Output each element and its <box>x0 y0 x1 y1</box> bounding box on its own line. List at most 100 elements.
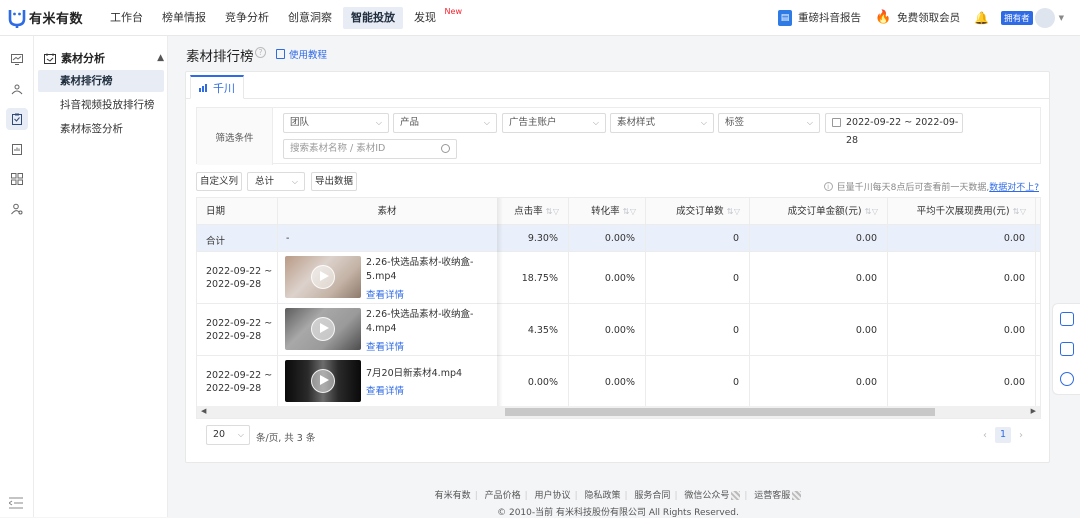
footer-link[interactable]: 服务合同 <box>634 491 670 501</box>
row-ctr: 4.35% <box>527 325 558 336</box>
style-select[interactable]: 素材样式 ⌵ <box>610 113 714 133</box>
product-select[interactable]: 产品 ⌵ <box>393 113 497 133</box>
chevron-down-icon: ⌵ <box>700 118 707 127</box>
message-icon[interactable] <box>1060 342 1074 356</box>
play-icon[interactable] <box>311 265 335 289</box>
scrollbar-thumb[interactable] <box>505 408 935 416</box>
col-divider <box>277 198 278 406</box>
col-divider <box>568 198 569 406</box>
brand-logo[interactable]: 有米有数 <box>8 8 92 28</box>
col-material: 素材 <box>277 198 497 225</box>
row-divider <box>197 303 1040 304</box>
free-vip-link[interactable]: 🔥 免费领取会员 <box>875 10 960 25</box>
nav-item-workbench[interactable]: 工作台 <box>102 7 151 29</box>
chevron-down-icon[interactable]: ▼ <box>1059 14 1064 22</box>
video-play-icon[interactable] <box>1060 312 1074 326</box>
new-badge: New <box>444 6 462 16</box>
owner-badge: 拥有者 <box>1001 10 1033 25</box>
tag-user-icon[interactable] <box>6 78 28 100</box>
report-icon[interactable] <box>6 138 28 160</box>
team-select[interactable]: 团队 ⌵ <box>283 113 389 133</box>
help-icon[interactable]: ? <box>255 47 266 58</box>
total-select[interactable]: 总计 ⌵ <box>247 172 305 191</box>
submenu-header[interactable]: 素材分析 ▲ <box>44 50 164 66</box>
submenu-item-material-ranking[interactable]: 素材排行榜 <box>38 70 164 92</box>
qr-code-icon[interactable] <box>792 491 802 500</box>
bell-icon[interactable]: 🔔 <box>974 11 989 25</box>
row-amount: 0.00 <box>855 273 877 284</box>
play-icon[interactable] <box>311 369 335 393</box>
tag-select[interactable]: 标签 ⌵ <box>718 113 820 133</box>
row-cvr: 0.00% <box>604 377 635 388</box>
clipboard-icon[interactable] <box>6 108 28 130</box>
total-cvr: 0.00% <box>604 233 635 244</box>
grid-icon[interactable] <box>6 168 28 190</box>
account-select[interactable]: 广告主账户 ⌵ <box>502 113 606 133</box>
sort-filter-icon[interactable]: ⇅ ▽ <box>1013 207 1026 216</box>
footer-link[interactable]: 运营客服 <box>754 491 790 501</box>
chevron-up-icon[interactable]: ▲ <box>157 53 164 63</box>
custom-columns-button[interactable]: 自定义列 <box>196 172 242 191</box>
sort-filter-icon[interactable]: ⇅ ▽ <box>727 207 740 216</box>
tab-qianchuan[interactable]: 千川 <box>190 75 244 99</box>
col-cvr[interactable]: 转化率 ⇅ ▽ <box>568 198 645 225</box>
col-divider <box>645 198 646 406</box>
customer-service-icon[interactable] <box>1060 372 1074 386</box>
view-detail-link[interactable]: 查看详情 <box>366 383 404 397</box>
user-settings-icon[interactable] <box>6 198 28 220</box>
chevron-down-icon: ⌵ <box>483 118 490 127</box>
row-date-start: 2022-09-22 ~ <box>206 318 273 329</box>
current-page[interactable]: 1 <box>995 427 1011 443</box>
col-orders[interactable]: 成交订单数 ⇅ ▽ <box>645 198 749 225</box>
tutorial-link[interactable]: 使用教程 <box>276 47 327 61</box>
nav-item-creative[interactable]: 创意洞察 <box>280 7 340 29</box>
date-range-picker[interactable]: 2022-09-22 ~ 2022-09-28 <box>825 113 963 146</box>
sort-filter-icon[interactable]: ⇅ ▽ <box>865 207 878 216</box>
play-icon[interactable] <box>311 317 335 341</box>
col-cvr-label: 转化率 <box>591 206 620 217</box>
sort-filter-icon[interactable]: ⇅ ▽ <box>623 207 636 216</box>
footer-link[interactable]: 隐私政策 <box>584 491 620 501</box>
trend-icon[interactable] <box>6 48 28 70</box>
search-icon[interactable] <box>441 144 450 153</box>
brand-name: 有米有数 <box>29 12 84 27</box>
submenu-header-label: 素材分析 <box>61 52 105 65</box>
video-thumbnail[interactable] <box>285 308 361 350</box>
material-search-input[interactable]: 搜索素材名称 / 素材ID <box>283 139 457 159</box>
video-thumbnail[interactable] <box>285 360 361 402</box>
footer-link[interactable]: 用户协议 <box>535 491 571 501</box>
data-mismatch-link[interactable]: 数据对不上? <box>989 180 1039 193</box>
fire-icon: 🔥 <box>874 10 892 25</box>
export-button[interactable]: 导出数据 <box>311 172 357 191</box>
material-icon <box>44 53 56 64</box>
view-detail-link[interactable]: 查看详情 <box>366 287 404 301</box>
video-thumbnail[interactable] <box>285 256 361 298</box>
horizontal-scrollbar[interactable]: ◀ ▶ <box>197 406 1040 418</box>
nav-item-discover[interactable]: 发现 New <box>406 7 462 29</box>
floating-tools <box>1052 303 1080 395</box>
col-divider <box>749 198 750 406</box>
qr-code-icon[interactable] <box>731 491 741 500</box>
sort-filter-icon[interactable]: ⇅ ▽ <box>546 207 559 216</box>
avatar[interactable] <box>1034 7 1055 28</box>
col-ctr[interactable]: 点击率 ⇅ ▽ <box>497 198 568 225</box>
nav-item-competition[interactable]: 竞争分析 <box>217 7 277 29</box>
scroll-left-icon[interactable]: ◀ <box>201 407 206 415</box>
material-table: 日期 素材 点击率 ⇅ ▽ 转化率 ⇅ ▽ 成交订单数 ⇅ ▽ 成交订单金额(元) ⇅ … <box>196 197 1041 419</box>
prev-page-icon[interactable]: ‹ <box>983 430 987 441</box>
nav-item-rankings[interactable]: 榜单情报 <box>154 7 214 29</box>
scroll-right-icon[interactable]: ▶ <box>1031 407 1036 415</box>
douyin-report-link[interactable]: ▤ 重磅抖音报告 <box>777 9 861 26</box>
nav-item-smart-ads[interactable]: 智能投放 <box>343 6 403 29</box>
submenu-item-tag-analysis[interactable]: 素材标签分析 <box>38 118 164 140</box>
footer-link[interactable]: 有米有数 <box>435 491 471 501</box>
col-amount[interactable]: 成交订单金额(元) ⇅ ▽ <box>749 198 887 225</box>
next-page-icon[interactable]: › <box>1019 430 1023 441</box>
footer-link[interactable]: 产品价格 <box>485 491 521 501</box>
col-cpm[interactable]: 平均千次展现费用(元) ⇅ ▽ <box>887 198 1035 225</box>
submenu-item-douyin-video-ranking[interactable]: 抖音视频投放排行榜 <box>38 94 164 116</box>
view-detail-link[interactable]: 查看详情 <box>366 339 404 353</box>
footer-link[interactable]: 微信公众号 <box>684 491 729 501</box>
nav-item-discover-label: 发现 <box>414 10 436 24</box>
page-size-select[interactable]: 20 ⌵ <box>206 425 250 445</box>
